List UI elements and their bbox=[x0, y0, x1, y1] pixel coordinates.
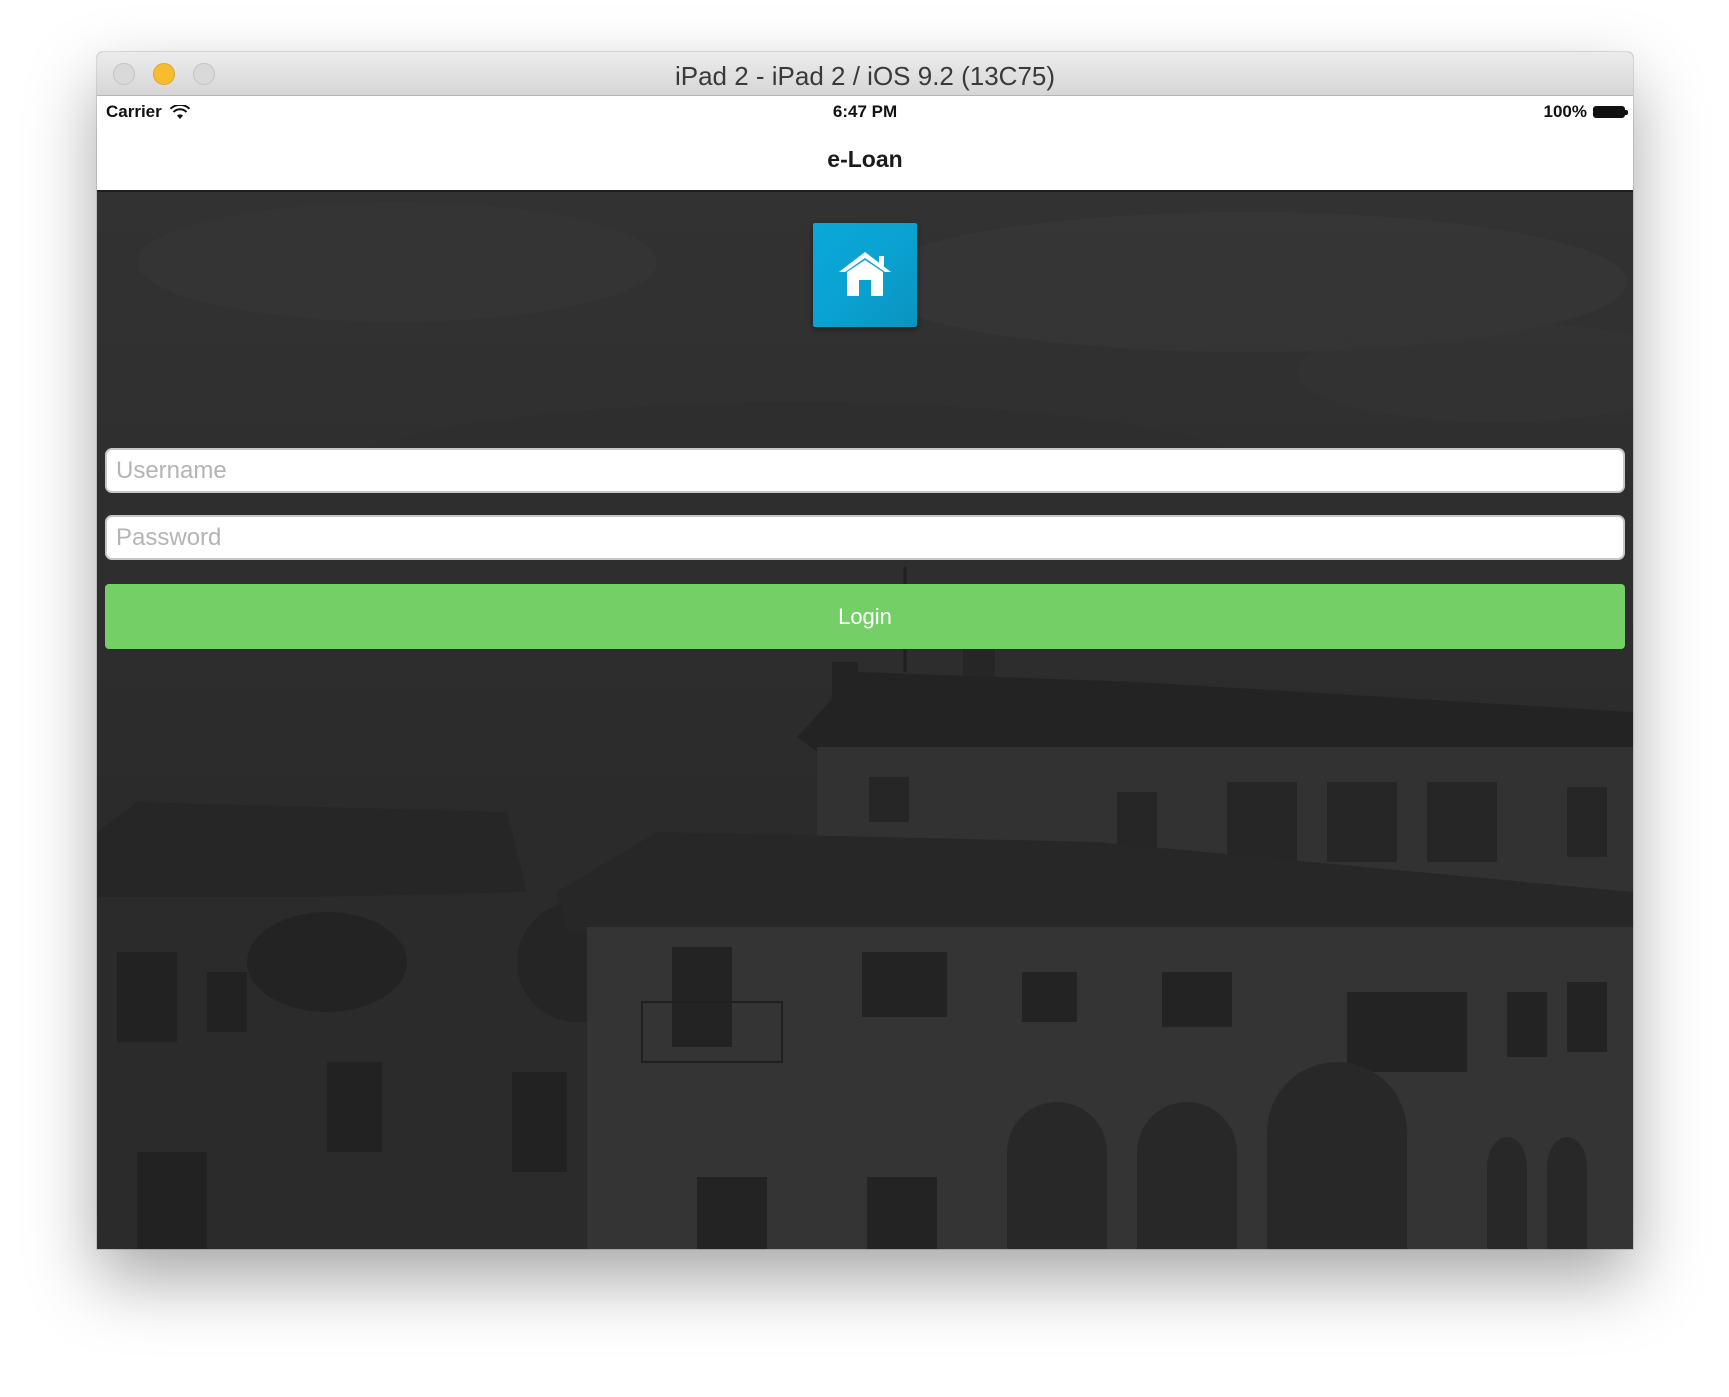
window-title: iPad 2 - iPad 2 / iOS 9.2 (13C75) bbox=[674, 61, 1056, 91]
battery-percent: 100% bbox=[1543, 102, 1587, 121]
nav-title: e-Loan bbox=[827, 146, 903, 172]
password-input[interactable] bbox=[105, 515, 1625, 560]
device-screen: Carrier 6:47 PM 100% e-Loan Username Log… bbox=[97, 96, 1633, 1249]
login-button[interactable]: Login bbox=[105, 584, 1625, 649]
background-photo bbox=[97, 192, 1633, 1249]
status-battery-group: 100% bbox=[1543, 102, 1628, 122]
status-time: 6:47 PM bbox=[832, 102, 898, 121]
simulator-window: iPad 2 - iPad 2 / iOS 9.2 (13C75) Carrie… bbox=[97, 52, 1633, 1249]
house-icon bbox=[839, 252, 891, 296]
title-bar[interactable]: iPad 2 - iPad 2 / iOS 9.2 (13C75) bbox=[97, 52, 1633, 96]
status-bar: Carrier 6:47 PM 100% bbox=[97, 96, 1633, 129]
navigation-bar: e-Loan bbox=[97, 129, 1633, 192]
login-screen: Login bbox=[97, 192, 1633, 1249]
battery-icon bbox=[1593, 106, 1628, 118]
app-logo bbox=[813, 223, 917, 327]
username-input[interactable] bbox=[105, 448, 1625, 493]
